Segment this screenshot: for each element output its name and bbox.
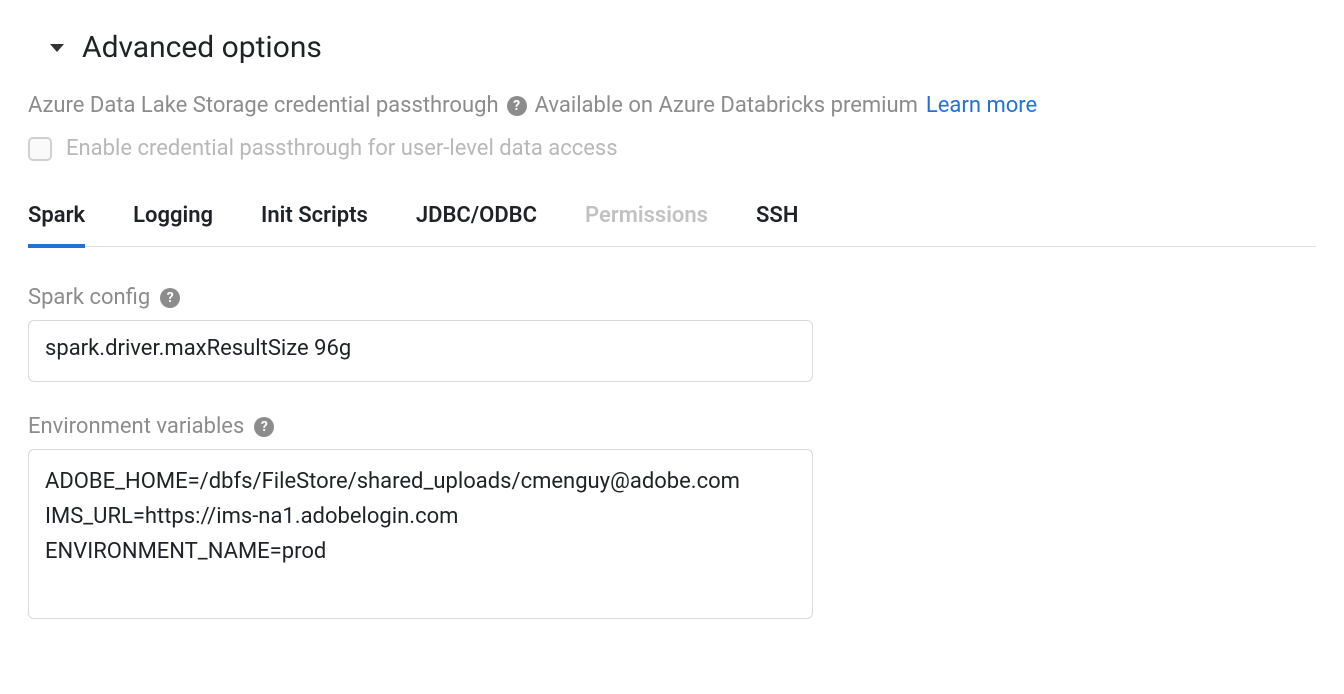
credential-passthrough-row: Azure Data Lake Storage credential passt… bbox=[28, 93, 1316, 118]
availability-text: Available on Azure Databricks premium bbox=[535, 93, 918, 118]
enable-passthrough-checkbox[interactable] bbox=[28, 137, 52, 161]
enable-passthrough-row: Enable credential passthrough for user-l… bbox=[28, 136, 1316, 161]
help-icon[interactable]: ? bbox=[507, 96, 527, 116]
spark-config-block: Spark config ? bbox=[28, 285, 1316, 382]
help-icon[interactable]: ? bbox=[254, 417, 274, 437]
advanced-options-header[interactable]: Advanced options bbox=[28, 30, 1316, 65]
tab-permissions: Permissions bbox=[585, 203, 708, 248]
spark-config-label-row: Spark config ? bbox=[28, 285, 1316, 310]
credential-label: Azure Data Lake Storage credential passt… bbox=[28, 93, 499, 118]
caret-down-icon bbox=[50, 44, 64, 52]
spark-config-input[interactable] bbox=[28, 320, 813, 382]
tab-logging[interactable]: Logging bbox=[133, 203, 213, 248]
env-vars-input[interactable] bbox=[28, 449, 813, 619]
env-vars-label-row: Environment variables ? bbox=[28, 414, 1316, 439]
config-tabs: Spark Logging Init Scripts JDBC/ODBC Per… bbox=[28, 203, 1316, 247]
tab-jdbc-odbc[interactable]: JDBC/ODBC bbox=[416, 203, 537, 248]
tab-ssh[interactable]: SSH bbox=[756, 203, 798, 248]
tab-init-scripts[interactable]: Init Scripts bbox=[261, 203, 368, 248]
enable-passthrough-label: Enable credential passthrough for user-l… bbox=[66, 136, 618, 161]
section-title: Advanced options bbox=[82, 30, 322, 65]
tab-spark[interactable]: Spark bbox=[28, 203, 85, 248]
help-icon[interactable]: ? bbox=[160, 288, 180, 308]
env-vars-label: Environment variables bbox=[28, 414, 244, 439]
spark-config-label: Spark config bbox=[28, 285, 150, 310]
env-vars-block: Environment variables ? bbox=[28, 414, 1316, 619]
learn-more-link[interactable]: Learn more bbox=[926, 93, 1037, 118]
